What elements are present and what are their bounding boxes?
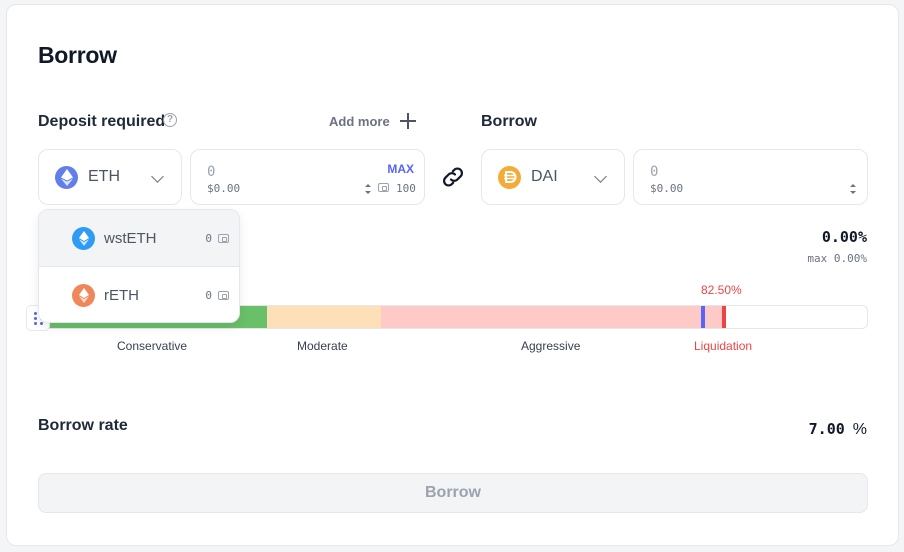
dropdown-item-balance: 0 [205, 289, 212, 302]
tick-liquidation: Liquidation [694, 339, 753, 353]
amount-stepper-icon[interactable] [364, 184, 372, 194]
deposit-asset-name: ETH [88, 168, 120, 185]
deposit-label: Deposit required [38, 113, 166, 130]
add-more-label: Add more [329, 113, 390, 129]
wallet-balance: 100 [396, 182, 416, 195]
chevron-down-icon [594, 170, 607, 183]
reth-coin-icon [72, 284, 95, 307]
dai-coin-icon [498, 165, 521, 189]
wallet-icon [218, 291, 229, 300]
borrow-submit-button[interactable]: Borrow [38, 473, 868, 513]
liquidation-marker [722, 306, 726, 328]
tick-aggressive: Aggressive [521, 339, 581, 353]
dropdown-item-balance: 0 [205, 232, 212, 245]
page-title: Borrow [38, 42, 117, 68]
max-ltv-marker [701, 306, 705, 328]
deposit-amount-field[interactable]: 0 $0.00 MAX 100 [190, 149, 425, 205]
borrow-asset-select[interactable]: DAI [481, 149, 625, 205]
dropdown-item-wsteth[interactable]: wstETH 0 [39, 210, 239, 267]
plus-icon [399, 113, 416, 129]
deposit-amount-input[interactable]: 0 [207, 164, 215, 180]
wsteth-coin-icon [72, 226, 95, 250]
moderate-segment [267, 306, 381, 328]
ltv-max-value: max 0.00% [807, 252, 867, 265]
deposit-asset-select[interactable]: ETH [38, 149, 182, 205]
borrow-usd-value: $0.00 [650, 182, 684, 195]
asset-dropdown-menu: wstETH 0 rETH 0 [38, 209, 240, 323]
aggressive-segment [381, 306, 725, 328]
question-circle-icon[interactable]: ? [163, 113, 177, 127]
wallet-icon [378, 183, 389, 192]
borrow-amount-input[interactable]: 0 [650, 164, 658, 180]
chevron-down-icon [151, 170, 164, 183]
liquidation-percent: 82.50% [701, 283, 742, 297]
borrow-rate-label: Borrow rate [38, 417, 128, 434]
add-more-button[interactable]: Add more [329, 113, 416, 129]
deposit-usd-value: $0.00 [207, 182, 241, 195]
borrow-asset-name: DAI [531, 168, 558, 185]
borrow-rate-value: 7.00 [808, 420, 845, 438]
eth-coin-icon [55, 165, 78, 189]
dropdown-item-label: rETH [104, 287, 139, 304]
dropdown-item-label: wstETH [104, 229, 157, 247]
wallet-icon [218, 234, 229, 243]
amount-stepper-icon[interactable] [849, 184, 857, 194]
borrow-rate-unit: % [852, 421, 867, 438]
ltv-value: 0.00% [821, 228, 867, 246]
borrow-rate: 7.00 % [809, 420, 867, 439]
tick-conservative: Conservative [117, 339, 188, 353]
borrow-label: Borrow [481, 113, 537, 130]
dropdown-item-reth[interactable]: rETH 0 [39, 267, 239, 322]
borrow-amount-field[interactable]: 0 $0.00 [633, 149, 868, 205]
link-icon[interactable] [440, 166, 466, 188]
max-button[interactable]: MAX [387, 162, 414, 176]
tick-moderate: Moderate [297, 339, 348, 353]
